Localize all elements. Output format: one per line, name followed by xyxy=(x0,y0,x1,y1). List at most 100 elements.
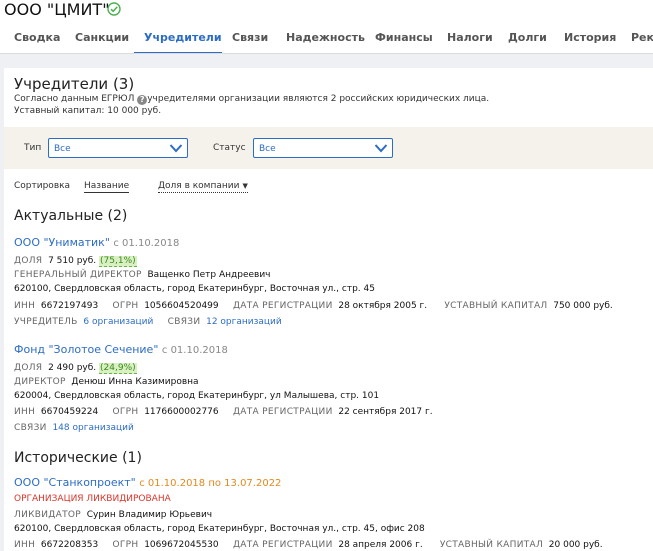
links-label: СВЯЗИ xyxy=(167,317,201,327)
description-prefix: Согласно данным ЕГРЮЛ xyxy=(14,94,135,104)
tabs-bar: Сводка Санкции Учредители Связи Надежнос… xyxy=(0,24,653,54)
director-row: ДИРЕКТОР Денюш Инна Казимировна xyxy=(14,377,199,387)
founder-of-label: УЧРЕДИТЕЛЬ xyxy=(14,317,78,327)
ogrn-value: 1069672045530 xyxy=(144,540,219,550)
tab-taxes[interactable]: Налоги xyxy=(447,31,493,44)
share-row: ДОЛЯ 7 510 руб. (75,1%) xyxy=(14,256,137,267)
share-row: ДОЛЯ 2 490 руб. (24,9%) xyxy=(14,363,137,374)
person-name: Денюш Инна Казимировна xyxy=(71,377,199,387)
chevron-down-icon xyxy=(374,144,388,153)
capital-value: 20 000 руб. xyxy=(548,540,603,550)
share-percent-badge: (75,1%) xyxy=(99,256,137,267)
ogrn-value: 1056604520499 xyxy=(144,301,219,311)
ogrn-value: 1176600002776 xyxy=(144,407,219,417)
tab-links[interactable]: Связи xyxy=(232,31,268,44)
role-label: ГЕНЕРАЛЬНЫЙ ДИРЕКТОР xyxy=(14,270,142,280)
founders-description: Согласно данным ЕГРЮЛ ? учредителями орга… xyxy=(14,94,489,105)
person-name: Ващенко Петр Андреевич xyxy=(147,270,271,280)
share-label: ДОЛЯ xyxy=(14,363,43,373)
reg-date-value: 22 сентября 2017 г. xyxy=(338,407,433,417)
inn-value: 6672197493 xyxy=(40,301,99,311)
ogrn-label: ОГРН xyxy=(112,301,139,311)
historical-section-title: Исторические (1) xyxy=(14,450,142,466)
share-value: 7 510 руб. xyxy=(48,256,97,266)
founder-since: с 01.10.2018 xyxy=(161,345,228,356)
founder-name-link[interactable]: Фонд "Золотое Сечение" xyxy=(14,343,158,356)
status-filter-value: Все xyxy=(259,144,276,154)
info-icon[interactable]: ? xyxy=(137,95,148,105)
authorized-capital: Уставный капитал: 10 000 руб. xyxy=(14,106,162,116)
tab-history[interactable]: История xyxy=(564,31,616,44)
founder-item: ООО "Униматик" с 01.10.2018 xyxy=(14,236,179,249)
capital-value: 750 000 руб. xyxy=(553,301,613,311)
tab-advertising[interactable]: Рекл xyxy=(631,31,653,44)
sort-by-name[interactable]: Название xyxy=(84,181,130,193)
director-row: ГЕНЕРАЛЬНЫЙ ДИРЕКТОР Ващенко Петр Андрее… xyxy=(14,270,271,280)
founder-period: с 01.10.2018 по 13.07.2022 xyxy=(139,478,282,489)
type-filter-select[interactable]: Все xyxy=(48,138,188,158)
registry-row: ИНН 6672197493 ОГРН 1056604520499 ДАТА Р… xyxy=(14,301,613,311)
chevron-down-icon xyxy=(169,144,183,153)
type-filter-label: Тип xyxy=(24,143,42,153)
liquidated-status: ОРГАНИЗАЦИЯ ЛИКВИДИРОВАНА xyxy=(14,494,171,504)
inn-label: ИНН xyxy=(14,301,36,311)
reg-date-value: 28 октября 2005 г. xyxy=(338,301,428,311)
company-title: ООО "ЦМИТ" xyxy=(4,0,110,19)
founder-item: ООО "Станкопроект" с 01.10.2018 по 13.07… xyxy=(14,476,281,489)
tab-sanctions[interactable]: Санкции xyxy=(75,31,129,44)
address: 620004, Свердловская область, город Екат… xyxy=(14,391,380,401)
tab-finance[interactable]: Финансы xyxy=(375,31,433,44)
share-percent-badge: (24,9%) xyxy=(99,363,137,374)
reg-date-label: ДАТА РЕГИСТРАЦИИ xyxy=(232,407,333,417)
founder-name-link[interactable]: ООО "Униматик" xyxy=(14,236,110,249)
role-label: ЛИКВИДАТОР xyxy=(14,510,81,520)
role-label: ДИРЕКТОР xyxy=(14,377,66,387)
ogrn-label: ОГРН xyxy=(112,407,139,417)
reg-date-label: ДАТА РЕГИСТРАЦИИ xyxy=(232,301,333,311)
director-row: ЛИКВИДАТОР Сурин Владимир Юрьевич xyxy=(14,510,212,520)
address: 620100, Свердловская область, город Екат… xyxy=(14,284,375,294)
status-filter-label: Статус xyxy=(213,143,246,153)
filters-bar: Тип Все Статус Все xyxy=(4,127,653,169)
tab-founders[interactable]: Учредители xyxy=(144,31,222,44)
inn-value: 6672208353 xyxy=(40,540,99,550)
tab-reliability[interactable]: Надежность xyxy=(286,31,365,44)
founder-since: с 01.10.2018 xyxy=(113,238,180,249)
founders-title: Учредители (3) xyxy=(14,75,135,93)
description-suffix: учредителями организации являются 2 росс… xyxy=(147,94,490,104)
inn-label: ИНН xyxy=(14,540,36,550)
capital-label: УСТАВНЫЙ КАПИТАЛ xyxy=(444,301,548,311)
ogrn-label: ОГРН xyxy=(112,540,139,550)
registry-row: ИНН 6672208353 ОГРН 1069672045530 ДАТА Р… xyxy=(14,540,603,550)
registry-row: ИНН 6670459224 ОГРН 1176600002776 ДАТА Р… xyxy=(14,407,433,417)
type-filter-value: Все xyxy=(54,144,71,154)
sort-by-share-label: Доля в компании xyxy=(158,181,240,191)
status-filter-select[interactable]: Все xyxy=(253,138,393,158)
founder-of-link[interactable]: 6 организаций xyxy=(83,317,153,327)
relations-row: УЧРЕДИТЕЛЬ 6 организаций СВЯЗИ 12 органи… xyxy=(14,317,282,327)
reg-date-label: ДАТА РЕГИСТРАЦИИ xyxy=(232,540,333,550)
share-label: ДОЛЯ xyxy=(14,256,43,266)
links-link[interactable]: 148 организаций xyxy=(52,423,133,433)
links-label: СВЯЗИ xyxy=(14,423,47,433)
person-name: Сурин Владимир Юрьевич xyxy=(86,510,213,520)
founders-panel: Учредители (3) Согласно данным ЕГРЮЛ ? уч… xyxy=(4,68,653,551)
inn-label: ИНН xyxy=(14,407,36,417)
founder-name-link[interactable]: ООО "Станкопроект" xyxy=(14,476,136,489)
tab-summary[interactable]: Сводка xyxy=(14,31,60,44)
check-circle-icon xyxy=(107,2,121,16)
sort-by-share[interactable]: Доля в компании ▼ xyxy=(158,181,248,193)
address: 620100, Свердловская область, город Екат… xyxy=(14,524,425,534)
caret-down-icon: ▼ xyxy=(242,182,248,190)
founder-item: Фонд "Золотое Сечение" с 01.10.2018 xyxy=(14,343,228,356)
current-section-title: Актуальные (2) xyxy=(14,208,128,224)
sort-label: Сортировка xyxy=(14,181,71,191)
reg-date-value: 28 апреля 2006 г. xyxy=(338,540,423,550)
links-link[interactable]: 12 организаций xyxy=(206,317,282,327)
inn-value: 6670459224 xyxy=(40,407,99,417)
tab-debts[interactable]: Долги xyxy=(508,31,547,44)
relations-row: СВЯЗИ 148 организаций xyxy=(14,423,134,433)
page-background xyxy=(0,54,653,68)
capital-label: УСТАВНЫЙ КАПИТАЛ xyxy=(439,540,544,550)
share-value: 2 490 руб. xyxy=(48,363,97,373)
